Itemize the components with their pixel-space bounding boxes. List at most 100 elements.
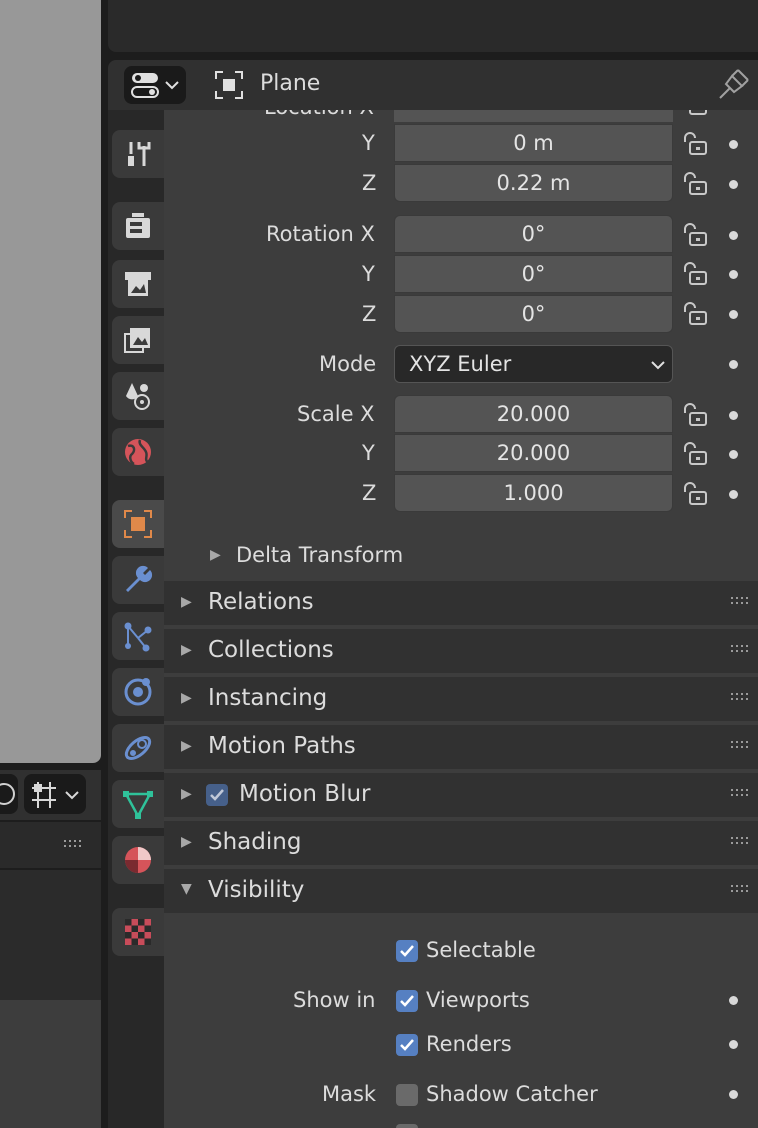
- checkmark-icon: [400, 1039, 414, 1051]
- lock-icon[interactable]: [680, 262, 708, 286]
- scene-icon: [126, 383, 150, 410]
- viewports-checkbox[interactable]: [396, 990, 418, 1012]
- panel-motion-blur[interactable]: ▶ Motion Blur: [164, 771, 758, 817]
- keyframe-dot[interactable]: [729, 140, 738, 149]
- location-y-field[interactable]: 0 m: [394, 124, 673, 162]
- lock-icon[interactable]: [680, 110, 708, 116]
- tab-world[interactable]: [112, 428, 164, 476]
- delta-transform-arrow-icon: ▶: [210, 547, 221, 563]
- shadow-catcher-checkbox[interactable]: [396, 1084, 418, 1106]
- keyframe-dot[interactable]: [729, 1090, 738, 1099]
- tab-output[interactable]: [112, 260, 164, 308]
- top-editor-area: [108, 0, 758, 52]
- drag-grip-icon[interactable]: [731, 835, 751, 847]
- editor-type-dropdown[interactable]: [124, 66, 186, 104]
- rotation-z-field[interactable]: 0°: [394, 295, 673, 333]
- keyframe-dot[interactable]: [729, 1040, 738, 1049]
- holdout-checkbox-clipped[interactable]: [396, 1124, 418, 1128]
- lock-icon[interactable]: [680, 482, 708, 506]
- lock-icon[interactable]: [680, 172, 708, 196]
- scale-x-label: Scale X: [297, 402, 375, 426]
- mode-label: Mode: [319, 352, 377, 376]
- rotation-mode-dropdown[interactable]: XYZ Euler: [394, 345, 673, 383]
- rotation-y-field[interactable]: 0°: [394, 255, 673, 293]
- lock-icon[interactable]: [680, 302, 708, 326]
- keyframe-dot[interactable]: [729, 310, 738, 319]
- tab-data[interactable]: [112, 780, 164, 828]
- physics-icon: [124, 678, 152, 706]
- chevron-down-icon: [651, 361, 665, 370]
- location-y-label: Y: [362, 131, 375, 155]
- lock-icon[interactable]: [680, 442, 708, 466]
- tab-tool[interactable]: [112, 130, 164, 178]
- scale-y-field[interactable]: 20.000: [394, 434, 673, 472]
- drag-grip-icon[interactable]: [731, 787, 751, 799]
- snap-dropdown[interactable]: [24, 774, 86, 814]
- panel-shading[interactable]: ▶ Shading: [164, 819, 758, 865]
- panel-motion-paths[interactable]: ▶ Motion Paths: [164, 723, 758, 769]
- drag-grip-icon[interactable]: [731, 739, 751, 751]
- wrench-icon: [126, 565, 153, 592]
- panel-title: Visibility: [208, 877, 305, 903]
- location-z-field[interactable]: 0.22 m: [394, 164, 673, 202]
- renders-checkbox[interactable]: [396, 1034, 418, 1056]
- tab-material[interactable]: [112, 836, 164, 884]
- tab-view-layer[interactable]: [112, 316, 164, 364]
- drag-grip-icon[interactable]: [731, 883, 751, 895]
- drag-grip-icon[interactable]: [731, 595, 751, 607]
- left-editor-header: [0, 770, 101, 820]
- pin-icon[interactable]: [716, 68, 750, 102]
- tab-particles[interactable]: [112, 612, 164, 660]
- output-icon: [125, 272, 151, 296]
- tab-modifiers[interactable]: [112, 556, 164, 604]
- panel-collections[interactable]: ▶ Collections: [164, 627, 758, 673]
- keyframe-dot[interactable]: [729, 270, 738, 279]
- panel-title: Relations: [208, 589, 314, 615]
- keyframe-dot[interactable]: [729, 360, 738, 369]
- scale-z-field[interactable]: 1.000: [394, 474, 673, 512]
- rotation-x-field[interactable]: 0°: [394, 215, 673, 253]
- viewport-3d[interactable]: [0, 0, 101, 763]
- panel-title: Motion Blur: [239, 781, 371, 807]
- rotation-z-label: Z: [362, 302, 377, 326]
- keyframe-dot[interactable]: [729, 231, 738, 240]
- tab-scene[interactable]: [112, 372, 164, 420]
- drag-grip-icon[interactable]: [731, 691, 751, 703]
- keyframe-dot[interactable]: [729, 490, 738, 499]
- drag-grip-icon[interactable]: [64, 840, 86, 850]
- tab-object[interactable]: [112, 500, 164, 548]
- scale-x-field[interactable]: 20.000: [394, 395, 673, 433]
- drag-grip-icon[interactable]: [731, 643, 751, 655]
- panel-relations[interactable]: ▶ Relations: [164, 579, 758, 625]
- panel-visibility[interactable]: ▼ Visibility: [164, 867, 758, 913]
- rotation-y-label: Y: [362, 262, 375, 286]
- checkmark-icon: [400, 945, 414, 957]
- object-name: Plane: [260, 71, 321, 96]
- collapse-arrow-icon: ▶: [181, 738, 192, 754]
- lock-icon[interactable]: [680, 403, 708, 427]
- tab-physics[interactable]: [112, 668, 164, 716]
- location-x-field[interactable]: [394, 110, 673, 122]
- panel-instancing[interactable]: ▶ Instancing: [164, 675, 758, 721]
- tab-texture[interactable]: [112, 908, 164, 956]
- lock-icon[interactable]: [680, 132, 708, 156]
- location-x-label: Location X: [264, 110, 374, 119]
- delta-transform-subpanel[interactable]: ▶ Delta Transform: [164, 536, 758, 576]
- tab-constraints[interactable]: [112, 724, 164, 772]
- keyframe-dot[interactable]: [729, 450, 738, 459]
- keyframe-dot[interactable]: [729, 180, 738, 189]
- motion-blur-checkbox[interactable]: [206, 784, 228, 806]
- keyframe-dot[interactable]: [729, 411, 738, 420]
- lock-icon[interactable]: [680, 223, 708, 247]
- overlay-button[interactable]: [0, 774, 18, 814]
- material-icon: [125, 847, 151, 873]
- keyframe-dot[interactable]: [729, 996, 738, 1005]
- panel-title: Collections: [208, 637, 334, 663]
- collapse-arrow-icon: ▶: [181, 642, 192, 658]
- viewports-label: Viewports: [426, 988, 530, 1012]
- texture-checker-icon: [125, 919, 151, 945]
- selectable-checkbox[interactable]: [396, 940, 418, 962]
- tab-render[interactable]: [112, 202, 164, 250]
- renders-label: Renders: [426, 1032, 512, 1056]
- properties-header: Plane: [108, 60, 758, 110]
